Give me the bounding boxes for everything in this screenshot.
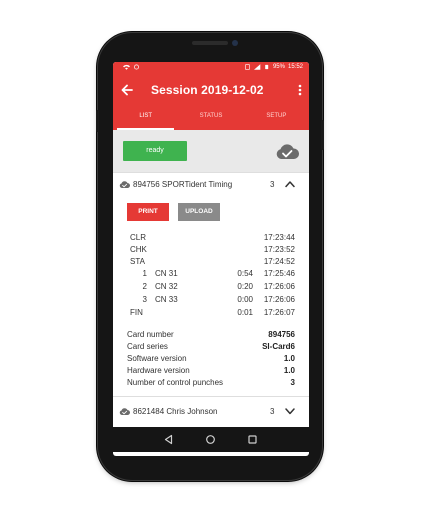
punch-row: CLR 17:23:44 (113, 233, 309, 245)
control-row: 3 CN 33 0:00 17:26:06 (113, 295, 309, 307)
control-number: 2 (142, 282, 147, 291)
info-row: Card series SI-Card6 (113, 342, 309, 354)
punch-count: 3 (270, 180, 275, 189)
info-value: SI-Card6 (262, 342, 295, 351)
finish-row: FIN 0:01 17:26:07 (113, 308, 309, 320)
tab-bar: LIST STATUS SETUP (113, 106, 309, 130)
cloud-check-icon (119, 181, 130, 188)
nfc-icon (245, 64, 250, 70)
info-label: Hardware version (127, 366, 190, 375)
battery-icon (265, 64, 269, 70)
split-time: 0:20 (237, 282, 253, 291)
card-title: 8621484 Chris Johnson (133, 407, 218, 416)
app-bar: Session 2019-12-02 (113, 74, 309, 106)
chevron-up-icon[interactable] (285, 180, 295, 188)
divider (113, 396, 309, 397)
volume-button (96, 110, 99, 132)
overflow-menu-icon[interactable] (296, 82, 304, 98)
power-button (321, 120, 324, 150)
control-row: 1 CN 31 0:54 17:25:46 (113, 269, 309, 281)
info-value: 1.0 (283, 366, 295, 375)
punch-code: STA (130, 257, 145, 266)
punch-code: CHK (130, 245, 147, 254)
punch-time: 17:26:07 (263, 308, 295, 317)
info-row: Card number 894756 (113, 330, 309, 342)
nav-back-icon[interactable] (163, 434, 174, 445)
info-value: 1.0 (283, 354, 295, 363)
split-time: 0:54 (237, 269, 253, 278)
screen: 95% 15:52 Session 2019-12-02 LIST STATUS… (113, 62, 309, 456)
front-camera (232, 40, 238, 46)
chevron-down-icon[interactable] (285, 407, 295, 415)
punch-time: 17:26:06 (263, 282, 295, 291)
reader-status-bar: ready (113, 130, 309, 172)
back-arrow-icon[interactable] (119, 82, 135, 98)
upload-button[interactable]: UPLOAD (178, 203, 220, 221)
info-row: Number of control punches 3 (113, 378, 309, 390)
punch-time: 17:24:52 (263, 257, 295, 266)
page-title: Session 2019-12-02 (151, 83, 264, 97)
card-title: 894756 SPORTident Timing (133, 180, 233, 189)
punch-code: CLR (130, 233, 147, 242)
punch-row: CHK 17:23:52 (113, 245, 309, 257)
tab-list[interactable]: LIST (113, 106, 178, 130)
card-header[interactable]: 8621484 Chris Johnson 3 (113, 401, 309, 423)
status-bar: 95% 15:52 (113, 62, 309, 74)
control-code: CN 33 (155, 295, 178, 304)
tab-setup[interactable]: SETUP (244, 106, 309, 130)
punch-time: 17:25:46 (263, 269, 295, 278)
tab-status[interactable]: STATUS (178, 106, 243, 130)
punch-row: STA 17:24:52 (113, 257, 309, 269)
ready-button[interactable]: ready (123, 141, 187, 161)
data-saver-icon (134, 64, 139, 70)
info-value: 3 (290, 378, 295, 387)
wifi-icon (123, 64, 130, 70)
punch-code: FIN (130, 308, 143, 317)
info-row: Software version 1.0 (113, 354, 309, 366)
punch-time: 17:23:44 (263, 233, 295, 242)
split-time: 0:01 (237, 308, 253, 317)
clock: 15:52 (287, 64, 303, 70)
punch-count: 3 (270, 407, 275, 416)
control-number: 1 (142, 269, 147, 278)
info-label: Number of control punches (127, 378, 224, 387)
control-code: CN 32 (155, 282, 178, 291)
earpiece-speaker (192, 41, 228, 45)
info-label: Card series (127, 342, 168, 351)
signal-icon (253, 64, 261, 70)
info-row: Hardware version 1.0 (113, 366, 309, 378)
split-time: 0:00 (237, 295, 253, 304)
cloud-check-icon (119, 408, 130, 415)
cloud-check-icon[interactable] (275, 143, 299, 160)
system-nav-bar (113, 427, 309, 452)
info-value: 894756 (268, 330, 295, 339)
nav-home-icon[interactable] (205, 434, 216, 445)
punch-time: 17:23:52 (263, 245, 295, 254)
info-label: Card number (127, 330, 174, 339)
punch-time: 17:26:06 (263, 295, 295, 304)
card-header[interactable]: 894756 SPORTident Timing 3 (113, 174, 309, 196)
control-code: CN 31 (155, 269, 178, 278)
battery-percent: 95% (272, 64, 285, 70)
nav-recents-icon[interactable] (247, 434, 258, 445)
info-label: Software version (127, 354, 187, 363)
print-button[interactable]: PRINT (127, 203, 169, 221)
control-number: 3 (142, 295, 147, 304)
divider (113, 172, 309, 173)
control-row: 2 CN 32 0:20 17:26:06 (113, 282, 309, 294)
